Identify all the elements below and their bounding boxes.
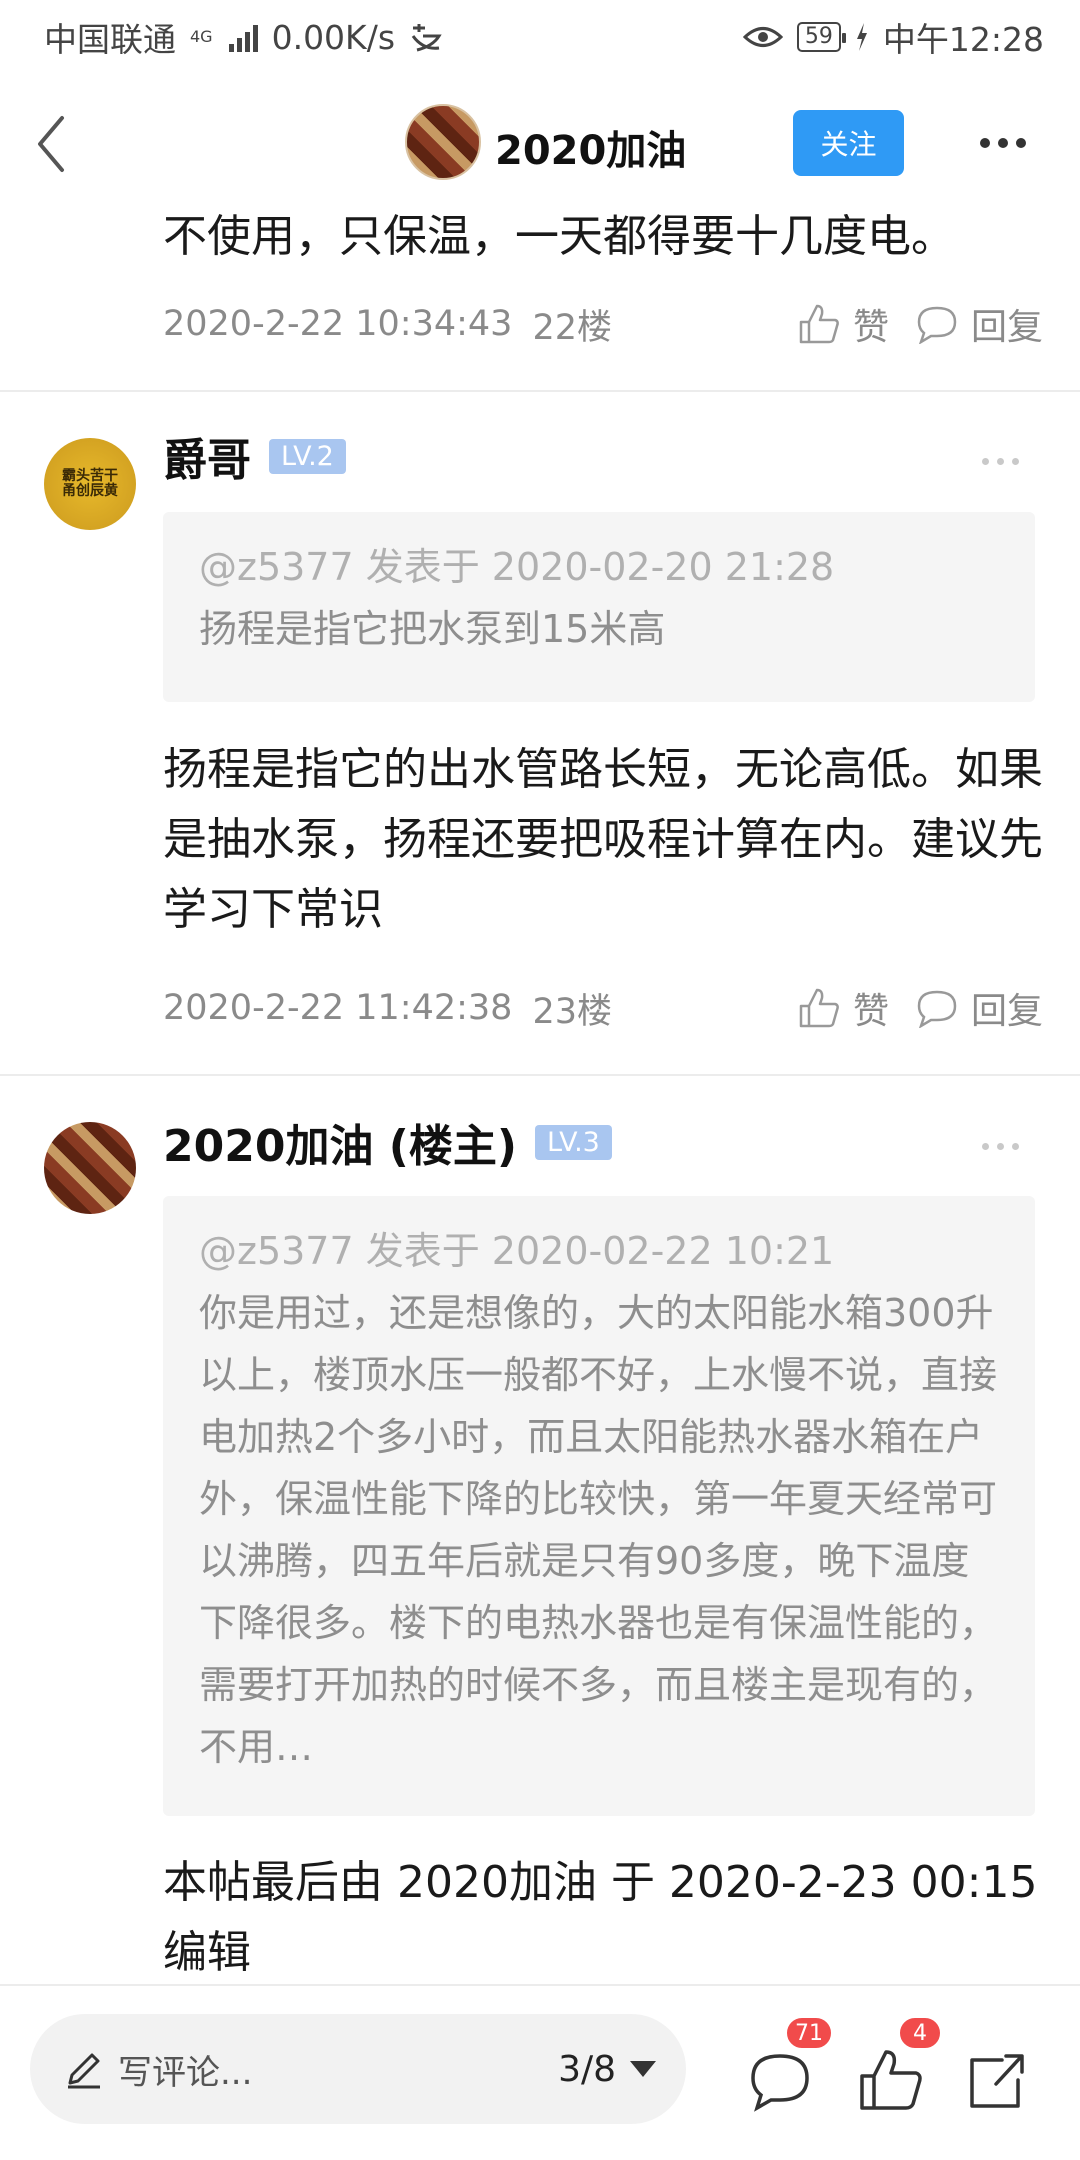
carrier-name: 中国联通 — [44, 20, 176, 59]
like-thread-button[interactable]: 4 — [848, 1986, 942, 2160]
like-button[interactable]: 赞 — [797, 298, 889, 350]
comment-bubble-icon — [917, 990, 957, 1028]
like-count-badge: 4 — [898, 2016, 942, 2050]
avatar-logo: 霸头苦干 甬创辰黄 — [62, 468, 118, 499]
thumb-up-icon — [799, 988, 839, 1028]
thumb-up-icon — [860, 2050, 922, 2110]
username[interactable]: 2020加油 (楼主) LV.3 — [163, 1110, 612, 1174]
battery-indicator: 59 — [796, 22, 846, 52]
quote-text: 你是用过，还是想像的，大的太阳能水箱300升以上，楼顶水压一般都不好，上水慢不说… — [199, 1291, 998, 1769]
username-text: 爵哥 — [163, 435, 251, 486]
network-type: 4G — [190, 27, 213, 46]
quote-author: @z5377 发表于 2020-02-20 21:28 — [199, 545, 835, 589]
floor-number: 23楼 — [532, 991, 612, 1032]
author-avatar[interactable] — [405, 104, 481, 180]
post-more-button[interactable] — [982, 458, 1019, 465]
reply-button[interactable]: 回复 — [915, 982, 1043, 1034]
eye-comfort-icon — [742, 27, 783, 47]
comments-button[interactable]: 71 — [735, 1986, 833, 2160]
like-button[interactable]: 赞 — [797, 982, 889, 1034]
quote-block[interactable]: @z5377 发表于 2020-02-22 10:21 你是用过，还是想像的，大… — [163, 1196, 1035, 1816]
reply-label: 回复 — [970, 307, 1043, 348]
share-icon[interactable] — [962, 2046, 1032, 2116]
chevron-down-icon — [630, 2061, 656, 2077]
top-nav-bar: 2020加油 关注 — [0, 74, 1080, 214]
comment-input[interactable]: 写评论... 3/8 — [30, 2014, 686, 2124]
level-badge: LV.3 — [535, 1124, 612, 1160]
pencil-icon — [68, 2053, 100, 2089]
post-meta: 2020-2-22 11:42:38 23楼 赞 回复 — [163, 982, 1043, 1034]
divider — [0, 390, 1080, 392]
reply-label: 回复 — [970, 991, 1043, 1032]
charging-icon — [856, 23, 867, 51]
post-text: 本帖最后由 2020加油 于 2020-2-23 00:15 编辑 — [163, 1857, 1038, 1978]
quote-author: @z5377 发表于 2020-02-22 10:21 — [199, 1229, 835, 1273]
comment-count-badge: 71 — [785, 2016, 833, 2050]
username[interactable]: 爵哥 LV.2 — [163, 424, 346, 488]
like-label: 赞 — [852, 307, 889, 348]
floor-number: 22楼 — [532, 307, 612, 348]
post-meta: 2020-2-22 10:34:43 22楼 赞 回复 — [163, 298, 1043, 350]
bottom-action-bar: 写评论... 3/8 71 4 — [0, 1984, 1080, 2160]
follow-button[interactable]: 关注 — [793, 110, 904, 176]
signal-icon — [228, 22, 258, 52]
level-badge: LV.2 — [269, 438, 346, 474]
username-text: 2020加油 (楼主) — [163, 1121, 517, 1172]
page-indicator: 3/8 — [558, 2048, 616, 2090]
avatar[interactable] — [44, 1122, 136, 1214]
clock: 中午12:28 — [882, 20, 1044, 59]
quote-text: 扬程是指它把水泵到15米高 — [199, 607, 666, 651]
reply-button[interactable]: 回复 — [915, 298, 1043, 350]
post-timestamp: 2020-2-22 10:34:43 — [163, 304, 513, 344]
comment-bubble-icon — [917, 306, 957, 344]
quote-block[interactable]: @z5377 发表于 2020-02-20 21:28 扬程是指它把水泵到15米… — [163, 512, 1035, 702]
more-icon[interactable] — [980, 138, 1026, 148]
comment-bubble-icon — [751, 2054, 809, 2112]
status-bar: 中国联通 4G 0.00K/s 59 中午12:28 — [0, 0, 1080, 74]
comment-placeholder: 写评论... — [118, 2052, 253, 2093]
avatar[interactable]: 霸头苦干 甬创辰黄 — [44, 438, 136, 530]
page-selector[interactable]: 3/8 — [558, 2049, 656, 2090]
app-notification-icon — [411, 24, 442, 52]
post-timestamp: 2020-2-22 11:42:38 — [163, 988, 513, 1028]
like-label: 赞 — [852, 991, 889, 1032]
network-speed: 0.00K/s — [271, 17, 396, 57]
post-text: 扬程是指它的出水管路长短，无论高低。如果是抽水泵，扬程还要把吸程计算在内。建议先… — [163, 744, 1043, 935]
post-more-button[interactable] — [982, 1143, 1019, 1150]
divider — [0, 1074, 1080, 1076]
back-icon[interactable] — [28, 112, 78, 176]
thumb-up-icon — [799, 304, 839, 344]
page-title[interactable]: 2020加油 — [495, 118, 686, 176]
